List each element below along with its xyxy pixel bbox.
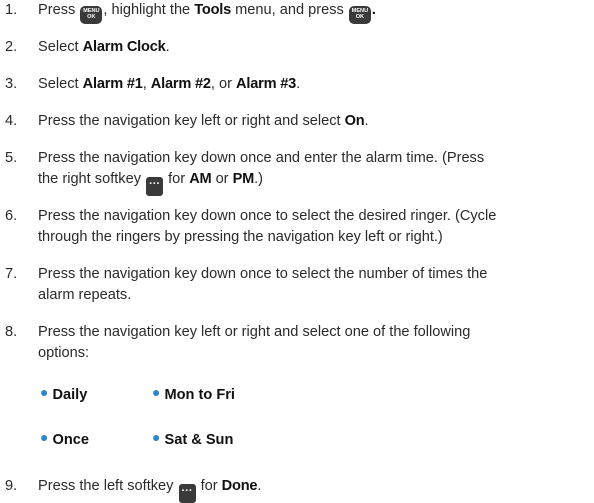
bullet-icon: ● xyxy=(40,384,49,400)
step-number: 3. xyxy=(5,76,18,92)
bullet-icon: ● xyxy=(152,384,161,400)
step-number: 7. xyxy=(5,266,18,282)
option-daily: ● Daily xyxy=(40,384,88,403)
bullet-icon: ● xyxy=(152,429,161,445)
step-text: Press the navigation key down once to se… xyxy=(38,266,488,303)
bullet-icon: ● xyxy=(40,429,49,445)
step-number: 1. xyxy=(5,2,18,18)
option-once: ● Once xyxy=(40,429,89,448)
step-number: 8. xyxy=(5,324,18,340)
step-text: Select Alarm Clock. xyxy=(38,39,170,55)
step-number: 6. xyxy=(5,208,18,224)
menu-ok-key-icon: MENU OK xyxy=(348,5,371,24)
step-text: Press MENU OK, highlight the Tools menu, … xyxy=(38,0,590,24)
right-softkey-icon: ··· xyxy=(146,177,164,196)
step-number: 9. xyxy=(5,478,18,494)
left-softkey-icon: ··· xyxy=(178,484,196,503)
option-sat-sun: ● Sat & Sun xyxy=(152,429,234,448)
option-mon-to-fri: ● Mon to Fri xyxy=(152,384,235,403)
step-text: Select Alarm #1, Alarm #2, or Alarm #3. xyxy=(38,76,301,92)
step-number: 5. xyxy=(5,150,18,166)
step-text: Press the navigation key left or right a… xyxy=(38,113,369,129)
alarm-clock-instructions: 1. Press MENU OK, highlight the Tools men… xyxy=(0,0,594,503)
step-number: 4. xyxy=(5,113,18,129)
step-text: Press the left softkey ··· for Done. xyxy=(38,476,590,503)
step-text: Press the navigation key down once and e… xyxy=(38,148,590,196)
step-text: Press the navigation key down once to se… xyxy=(38,208,497,245)
step-text: Press the navigation key left or right a… xyxy=(38,324,471,361)
step-number: 2. xyxy=(5,39,18,55)
menu-ok-key-icon: MENU OK xyxy=(80,5,103,24)
